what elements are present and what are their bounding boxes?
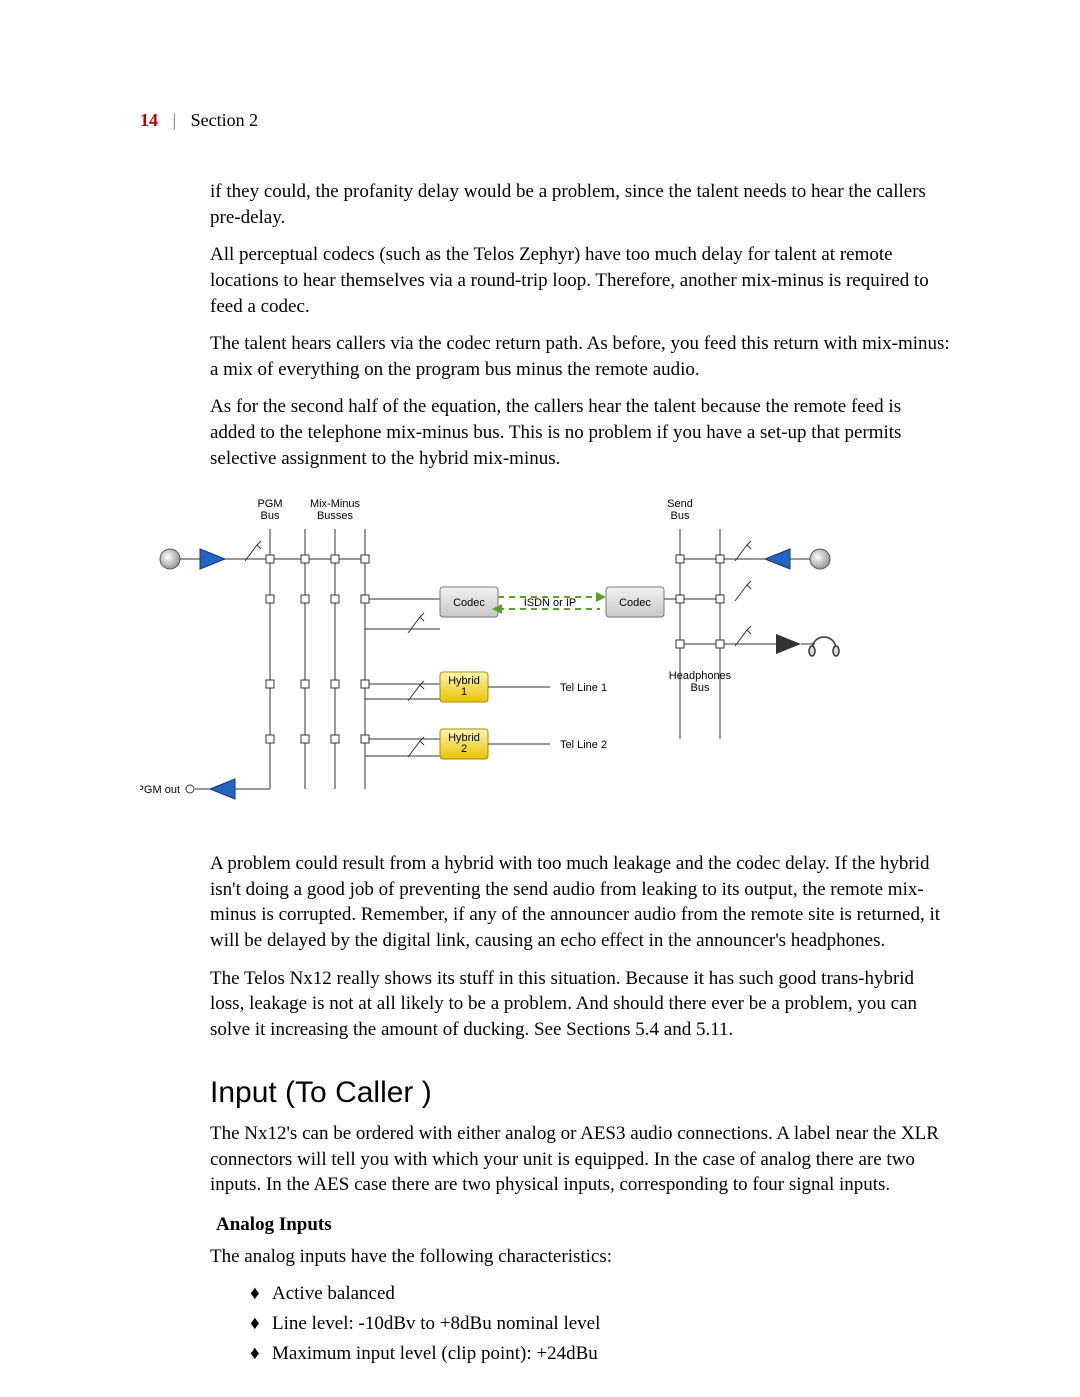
paragraph: The talent hears callers via the codec r… xyxy=(210,331,950,382)
paragraph: The Nx12's can be ordered with either an… xyxy=(210,1121,950,1198)
mic-icon xyxy=(160,549,180,569)
paragraph: All perceptual codecs (such as the Telos… xyxy=(210,242,950,319)
list-item: Maximum input level (clip point): +24dBu xyxy=(250,1341,950,1367)
diagram-label-telline2: Tel Line 2 xyxy=(560,739,607,751)
fader-icon xyxy=(735,541,751,561)
mic-icon xyxy=(810,549,830,569)
paragraph: if they could, the profanity delay would… xyxy=(210,179,950,230)
paragraph: A problem could result from a hybrid wit… xyxy=(210,851,950,954)
diagram-label-pgm-bus: PGMBus xyxy=(257,498,282,522)
diagram-label-codec: Codec xyxy=(453,597,485,609)
amp-icon xyxy=(776,634,801,654)
diagram-label-link: ISDN or IP xyxy=(524,597,577,609)
amp-icon xyxy=(765,549,790,569)
diagram-label-headphones-bus: HeadphonesBus xyxy=(669,670,732,694)
headphones-icon xyxy=(809,637,839,656)
content-column: if they could, the profanity delay would… xyxy=(210,179,950,1366)
diagram-svg: PGMBus Mix-MinusBusses SendBus xyxy=(140,489,950,819)
fader-icon xyxy=(245,541,261,561)
bullet-list: Active balanced Line level: -10dBv to +8… xyxy=(250,1281,950,1366)
fader-icon xyxy=(408,613,424,633)
fader-icon xyxy=(408,737,424,757)
list-item: Active balanced xyxy=(250,1281,950,1307)
paragraph: The Telos Nx12 really shows its stuff in… xyxy=(210,966,950,1043)
fader-icon xyxy=(735,626,751,646)
section-title: Input (To Caller ) xyxy=(210,1073,950,1114)
paragraph: The analog inputs have the following cha… xyxy=(210,1244,950,1270)
subheading: Analog Inputs xyxy=(216,1212,950,1238)
diagram-label-pgm-out: PGM out xyxy=(140,784,180,796)
diagram-label-codec: Codec xyxy=(619,597,651,609)
paragraph: As for the second half of the equation, … xyxy=(210,394,950,471)
page-number: 14 xyxy=(140,110,158,130)
page-header: 14 | Section 2 xyxy=(140,110,950,131)
fader-icon xyxy=(735,581,751,601)
list-item: Line level: -10dBv to +8dBu nominal leve… xyxy=(250,1311,950,1337)
amp-icon xyxy=(200,549,225,569)
header-separator: | xyxy=(173,110,177,131)
diagram-label-send-bus: SendBus xyxy=(667,498,693,522)
amp-icon xyxy=(210,779,235,799)
mix-minus-diagram: PGMBus Mix-MinusBusses SendBus xyxy=(140,489,1020,827)
page: 14 | Section 2 if they could, the profan… xyxy=(0,0,1080,1397)
diagram-label-telline1: Tel Line 1 xyxy=(560,682,607,694)
diagram-label-mix-minus: Mix-MinusBusses xyxy=(310,498,361,522)
section-label: Section 2 xyxy=(191,110,259,130)
